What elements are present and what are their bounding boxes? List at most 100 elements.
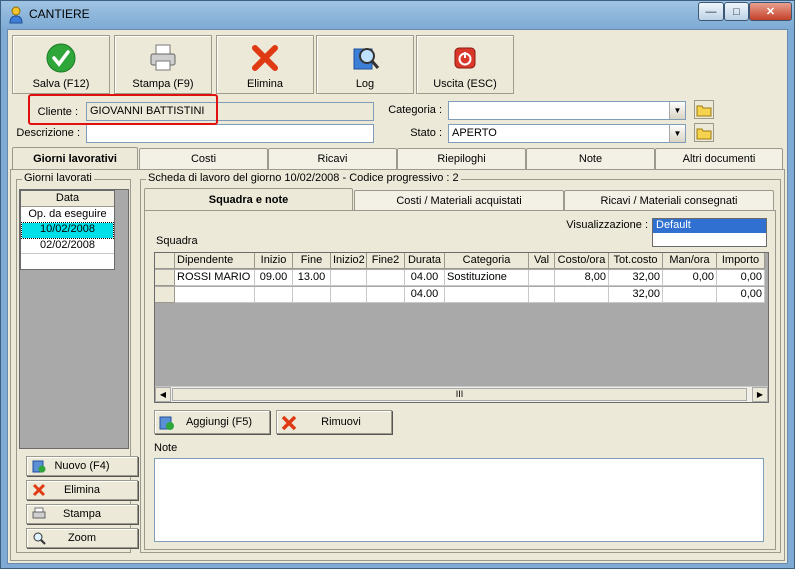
giorni-group-title: Giorni lavorati [22, 172, 94, 184]
table-cell[interactable] [555, 287, 609, 303]
table-cell[interactable] [445, 287, 529, 303]
print-button[interactable]: Stampa (F9) [114, 35, 212, 94]
subtab-squadra-note[interactable]: Squadra e note [144, 188, 353, 211]
table-cell[interactable]: 13.00 [293, 270, 331, 286]
list-item-selected[interactable]: 10/02/2008 [21, 222, 114, 239]
stato-label: Stato : [410, 127, 442, 139]
window-title: CANTIERE [29, 7, 90, 21]
note-label: Note [154, 442, 178, 454]
table-cell[interactable]: 09.00 [255, 270, 293, 286]
tab-altri-documenti[interactable]: Altri documenti [655, 148, 783, 169]
table-cell[interactable]: 0,00 [663, 270, 717, 286]
column-header[interactable]: Fine2 [367, 253, 405, 269]
table-cell[interactable] [367, 287, 405, 303]
zoom-label: Zoom [67, 532, 97, 544]
printer-icon [32, 507, 46, 519]
column-header[interactable]: Importo [717, 253, 765, 269]
table-cell[interactable]: 04.00 [405, 287, 445, 303]
row-header[interactable] [155, 287, 175, 303]
tab-costi[interactable]: Costi [139, 148, 268, 169]
table-cell[interactable]: 8,00 [555, 270, 609, 286]
zoom-button[interactable]: Zoom [26, 528, 138, 548]
table-cell[interactable] [663, 287, 717, 303]
horizontal-scrollbar[interactable]: ◀ III ▶ [155, 386, 768, 402]
note-textarea[interactable] [154, 458, 764, 542]
user-icon [9, 6, 23, 24]
cliente-label: Cliente : [37, 106, 78, 118]
subtab-costi-materiali[interactable]: Costi / Materiali acquistati [354, 190, 564, 211]
printer-icon [150, 44, 176, 71]
elimina-giorno-button[interactable]: Elimina [26, 480, 138, 500]
cliente-field[interactable]: GIOVANNI BATTISTINI [86, 102, 374, 121]
maximize-button[interactable]: □ [724, 2, 749, 21]
table-cell[interactable]: 0,00 [717, 270, 765, 286]
descrizione-label: Descrizione : [16, 127, 80, 139]
table-cell[interactable] [529, 287, 555, 303]
column-header[interactable]: Costo/ora [555, 253, 609, 269]
column-header[interactable]: Categoria [445, 253, 529, 269]
grid-corner [155, 253, 175, 269]
tab-note[interactable]: Note [526, 148, 655, 169]
list-item[interactable]: Op. da eseguire [21, 208, 114, 223]
save-button[interactable]: Salva (F12) [12, 35, 110, 94]
stato-combo[interactable]: APERTO ▼ [448, 124, 686, 143]
close-button[interactable]: ✕ [749, 2, 792, 21]
log-button[interactable]: Log [316, 35, 414, 94]
column-header[interactable]: Val [529, 253, 555, 269]
table-cell[interactable]: 0,00 [717, 287, 765, 303]
descrizione-field[interactable] [86, 124, 374, 143]
aggiungi-button[interactable]: Aggiungi (F5) [154, 410, 270, 434]
table-cell[interactable]: 04.00 [405, 270, 445, 286]
categoria-combo[interactable]: ▼ [448, 101, 686, 120]
stampa-giorno-button[interactable]: Stampa [26, 504, 138, 524]
column-header[interactable]: Inizio2 [331, 253, 367, 269]
row-header[interactable] [155, 270, 175, 286]
table-cell[interactable] [175, 287, 255, 303]
minimize-button[interactable]: — [698, 2, 724, 21]
delete-button[interactable]: Elimina [216, 35, 314, 94]
chevron-down-icon[interactable]: ▼ [669, 125, 685, 142]
table-cell[interactable]: Sostituzione [445, 270, 529, 286]
aggiungi-label: Aggiungi (F5) [185, 416, 253, 428]
tab-riepiloghi[interactable]: Riepiloghi [397, 148, 526, 169]
table-cell[interactable] [255, 287, 293, 303]
column-header[interactable]: Durata [405, 253, 445, 269]
scroll-thumb[interactable]: III [172, 388, 747, 401]
column-header[interactable]: Tot.costo [609, 253, 663, 269]
stampa-label: Stampa [63, 508, 101, 520]
nuovo-button[interactable]: Nuovo (F4) [26, 456, 138, 476]
tab-giorni-lavorativi[interactable]: Giorni lavorativi [12, 147, 138, 170]
subtab-ricavi-materiali[interactable]: Ricavi / Materiali consegnati [564, 190, 774, 211]
squadra-grid[interactable]: Dipendente Inizio Fine Inizio2 Fine2 Durata Ca… [154, 252, 769, 403]
column-header[interactable]: Fine [293, 253, 331, 269]
categoria-folder-button[interactable] [694, 100, 714, 119]
column-header[interactable]: Man/ora [663, 253, 717, 269]
column-header[interactable]: Inizio [255, 253, 293, 269]
magnifier-icon [353, 48, 380, 70]
visualizzazione-selected[interactable]: Default [653, 219, 766, 233]
tab-ricavi[interactable]: Ricavi [268, 148, 397, 169]
print-label: Stampa (F9) [132, 78, 194, 90]
log-label: Log [355, 78, 375, 90]
table-cell[interactable] [529, 270, 555, 286]
exit-button[interactable]: Uscita (ESC) [416, 35, 514, 94]
chevron-down-icon[interactable]: ▼ [669, 102, 685, 119]
scroll-left-icon[interactable]: ◀ [155, 387, 171, 402]
table-cell[interactable] [331, 287, 367, 303]
column-header[interactable]: Dipendente [175, 253, 255, 269]
red-x-icon [32, 483, 46, 497]
table-cell[interactable] [293, 287, 331, 303]
scroll-right-icon[interactable]: ▶ [752, 387, 768, 402]
table-cell[interactable]: 32,00 [609, 270, 663, 286]
list-item[interactable]: 02/02/2008 [21, 239, 114, 254]
maximize-icon: □ [733, 5, 740, 18]
visualizzazione-list[interactable]: Default [652, 218, 767, 247]
check-icon [46, 43, 76, 73]
giorni-list-header: Data [21, 191, 114, 207]
table-cell[interactable] [331, 270, 367, 286]
table-cell[interactable]: 32,00 [609, 287, 663, 303]
table-cell[interactable]: ROSSI MARIO [175, 270, 255, 286]
stato-folder-button[interactable] [694, 123, 714, 142]
rimuovi-button[interactable]: Rimuovi [276, 410, 392, 434]
table-cell[interactable] [367, 270, 405, 286]
